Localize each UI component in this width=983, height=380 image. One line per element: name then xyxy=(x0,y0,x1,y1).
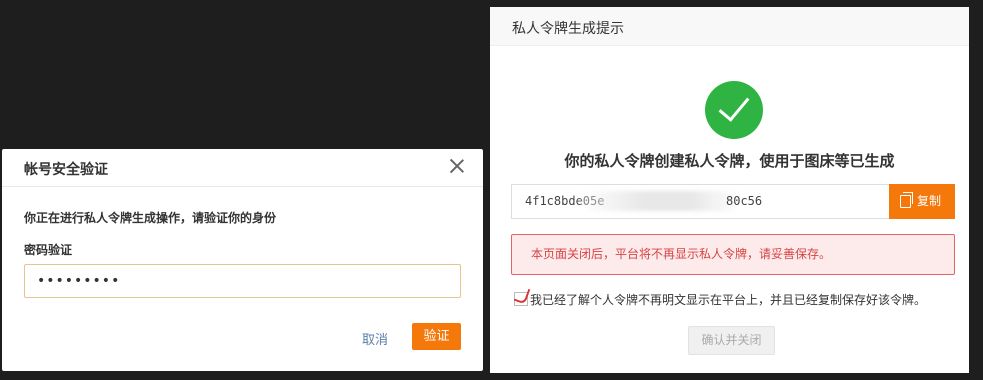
dialog-header: 帐号安全验证 xyxy=(2,149,483,187)
acknowledge-label: 我已经了解个人令牌不再明文显示在平台上，并且已经复制保存好该令牌。 xyxy=(530,293,927,307)
copy-icon xyxy=(900,192,913,208)
token-field[interactable]: 4f1c8bde05e 80c56 xyxy=(511,184,889,219)
success-message: 你的私人令牌创建私人令牌，使用于图床等已生成 xyxy=(564,152,895,170)
verify-button[interactable]: 验证 xyxy=(412,323,461,350)
copy-label: 复制 xyxy=(917,194,942,208)
dialog-title: 帐号安全验证 xyxy=(24,162,108,178)
success-check-icon xyxy=(705,81,763,139)
copy-button[interactable]: 复制 xyxy=(889,184,955,219)
confirm-close-button[interactable]: 确认并关闭 xyxy=(688,326,775,355)
token-generated-dialog: 私人令牌生成提示 你的私人令牌创建私人令牌，使用于图床等已生成 4f1c8bde… xyxy=(490,7,969,373)
acknowledge-checkbox[interactable] xyxy=(514,292,528,306)
cancel-button[interactable]: 取消 xyxy=(362,329,388,348)
dialog-header: 私人令牌生成提示 xyxy=(490,7,969,46)
password-label: 密码验证 xyxy=(24,243,73,257)
warning-alert: 本页面关闭后，平台将不再显示私人令牌，请妥善保存。 xyxy=(511,234,955,275)
acknowledge-row: 我已经了解个人令牌不再明文显示在平台上，并且已经复制保存好该令牌。 xyxy=(514,291,926,308)
token-redaction xyxy=(580,191,740,211)
account-verify-dialog: 帐号安全验证 你正在进行私人令牌生成操作，请验证你的身份 密码验证 取消 验证 xyxy=(2,149,483,371)
dialog-title: 私人令牌生成提示 xyxy=(512,21,624,37)
token-suffix: 80c56 xyxy=(726,194,763,208)
close-icon[interactable] xyxy=(449,158,465,174)
verify-prompt: 你正在进行私人令牌生成操作，请验证你的身份 xyxy=(24,211,277,225)
password-input[interactable] xyxy=(24,264,461,298)
